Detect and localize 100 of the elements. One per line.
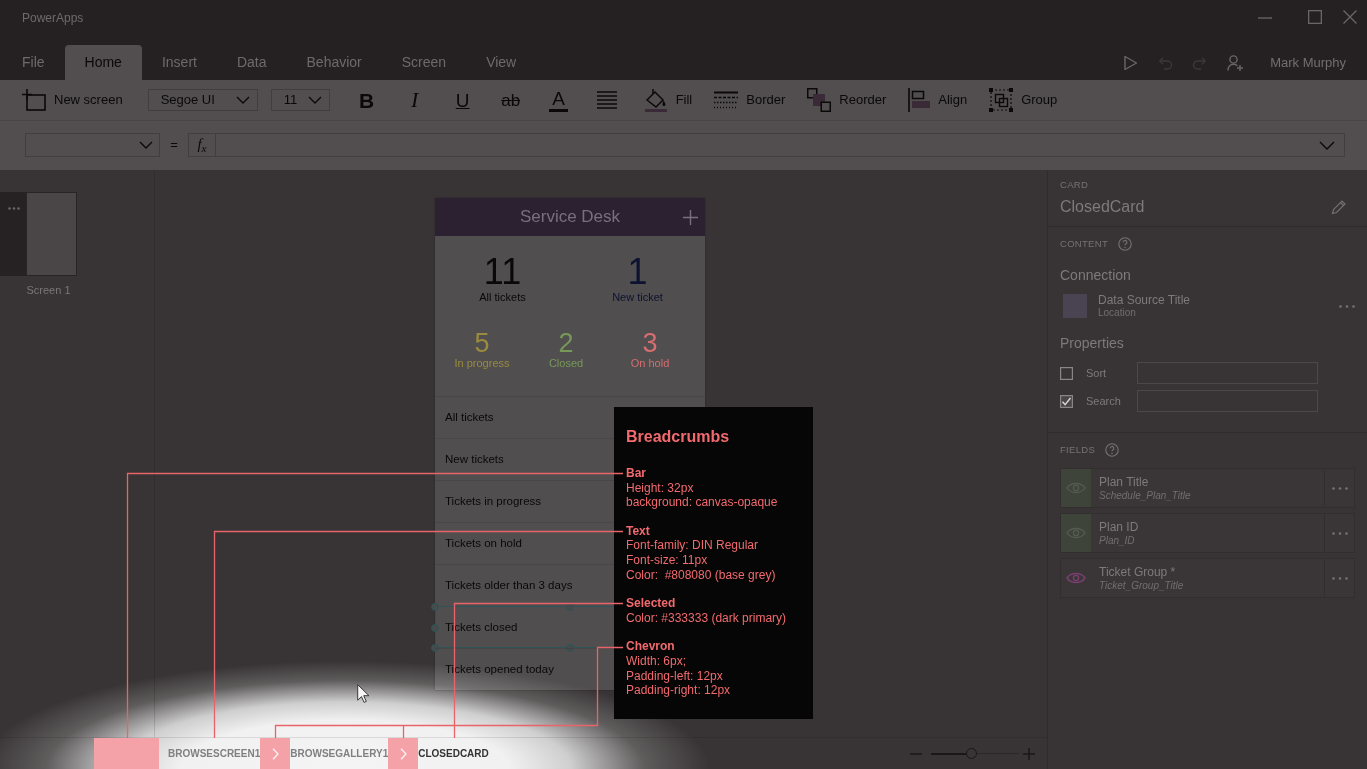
ribbon-tab[interactable]: Insert bbox=[141, 45, 217, 80]
border-button[interactable]: Border bbox=[714, 90, 786, 110]
field-title: Plan ID bbox=[1099, 519, 1140, 535]
stat-label: New ticket bbox=[611, 291, 664, 304]
add-user-icon[interactable] bbox=[1227, 54, 1244, 71]
caret-icon bbox=[139, 141, 153, 149]
stat-value: 1 bbox=[626, 253, 649, 291]
field-column: Ticket_Group_Title bbox=[1099, 579, 1324, 592]
slider-thumb[interactable] bbox=[965, 748, 977, 759]
section-heading: FIELDS bbox=[1060, 444, 1096, 456]
stat-label: Closed bbox=[547, 357, 585, 370]
chevron-icon bbox=[399, 747, 407, 760]
resize-handle[interactable] bbox=[431, 623, 439, 632]
underline-button[interactable]: U bbox=[447, 85, 478, 115]
more-icon bbox=[1331, 576, 1348, 580]
breadcrumb-item[interactable]: BROWSESCREEN1 bbox=[168, 738, 261, 769]
field-row[interactable]: Plan ID Plan_ID bbox=[1060, 513, 1355, 553]
align-text-icon[interactable] bbox=[596, 91, 617, 109]
function-label: f$_{x}$ bbox=[188, 133, 215, 157]
cursor-icon bbox=[357, 684, 369, 703]
font-color-button[interactable]: A bbox=[543, 85, 574, 115]
group-icon bbox=[989, 88, 1014, 112]
caret-icon bbox=[307, 96, 322, 104]
ribbon-tab[interactable]: Home bbox=[64, 45, 142, 80]
annotation-heading: Text bbox=[626, 523, 651, 539]
ribbon-tab[interactable]: Behavior bbox=[286, 45, 382, 80]
new-screen-icon bbox=[22, 89, 46, 111]
play-icon[interactable] bbox=[1122, 54, 1139, 71]
caret-icon bbox=[235, 96, 250, 104]
app-title: Service Desk bbox=[518, 206, 622, 229]
help-icon[interactable] bbox=[1105, 443, 1120, 457]
field-column: Schedule_Plan_Title bbox=[1099, 489, 1324, 502]
screen-thumbnail[interactable] bbox=[0, 192, 77, 276]
paint-bucket-icon bbox=[643, 88, 668, 112]
bold-button[interactable]: B bbox=[351, 85, 382, 115]
plus-icon[interactable] bbox=[682, 209, 698, 225]
subsection-heading: Properties bbox=[1060, 334, 1125, 352]
stat-value: 11 bbox=[482, 253, 523, 291]
data-source-location: Location bbox=[1098, 307, 1137, 319]
reorder-button[interactable]: Reorder bbox=[807, 88, 887, 112]
user-name[interactable]: Mark Murphy bbox=[1270, 52, 1346, 73]
ribbon-tab[interactable]: Screen bbox=[381, 45, 467, 80]
window-title: PowerApps bbox=[22, 11, 84, 25]
align-button[interactable]: Align bbox=[908, 88, 968, 112]
more-icon[interactable] bbox=[1339, 304, 1355, 308]
resize-handle[interactable] bbox=[566, 603, 574, 611]
panel-caption: CARD bbox=[1060, 179, 1090, 191]
field-row[interactable]: Ticket Group * Ticket_Group_Title bbox=[1060, 558, 1355, 598]
font-dropdown[interactable]: Segoe UI bbox=[147, 89, 258, 111]
eye-icon[interactable] bbox=[1066, 572, 1086, 584]
new-screen-button[interactable]: New screen bbox=[22, 89, 123, 111]
control-name: ClosedCard bbox=[1060, 197, 1145, 217]
eye-icon[interactable] bbox=[1061, 469, 1091, 507]
annotation-heading: Bar bbox=[626, 466, 647, 481]
property-dropdown[interactable] bbox=[25, 133, 160, 157]
breadcrumb-item[interactable]: CLOSEDCARD bbox=[418, 738, 489, 769]
group-button[interactable]: Group bbox=[989, 88, 1058, 112]
help-icon[interactable] bbox=[1118, 237, 1132, 251]
maximize-icon[interactable] bbox=[1308, 10, 1322, 24]
ribbon-tab[interactable]: Data bbox=[216, 45, 287, 80]
field-title: Ticket Group * bbox=[1099, 564, 1177, 580]
strikethrough-button[interactable]: ab bbox=[495, 85, 526, 115]
checkbox[interactable] bbox=[1060, 394, 1073, 408]
equals-sign: = bbox=[169, 136, 179, 154]
checkbox[interactable] bbox=[1060, 366, 1073, 380]
ribbon-tab[interactable]: File bbox=[2, 45, 65, 80]
expand-caret-icon[interactable] bbox=[1319, 140, 1335, 150]
italic-button[interactable]: I bbox=[399, 85, 430, 115]
field-row[interactable]: Plan Title Schedule_Plan_Title bbox=[1060, 468, 1355, 508]
subsection-heading: Connection bbox=[1060, 266, 1132, 284]
more-icon bbox=[1331, 486, 1348, 490]
field-column: Plan_ID bbox=[1099, 534, 1324, 547]
edit-icon[interactable] bbox=[1331, 199, 1346, 215]
font-size-dropdown[interactable]: 11 bbox=[270, 89, 330, 111]
annotation-text: Width: 6px; bbox=[626, 653, 688, 669]
more-icon bbox=[1331, 531, 1348, 535]
minimize-icon[interactable] bbox=[1258, 17, 1272, 19]
stat-value: 2 bbox=[557, 329, 575, 357]
option-label: Search bbox=[1085, 393, 1122, 409]
field-title: Plan Title bbox=[1099, 474, 1150, 490]
bar-highlight bbox=[94, 738, 159, 769]
chevron-icon bbox=[271, 747, 279, 760]
resize-handle[interactable] bbox=[431, 603, 439, 611]
screen-label: Screen 1 bbox=[25, 284, 72, 297]
more-icon[interactable] bbox=[8, 207, 20, 211]
ribbon-tab[interactable]: View bbox=[466, 45, 537, 80]
breadcrumb-item[interactable]: BROWSEGALLERY1 bbox=[290, 738, 389, 769]
formula-field[interactable] bbox=[215, 133, 1345, 157]
close-icon[interactable] bbox=[1343, 10, 1357, 24]
resize-handle[interactable] bbox=[566, 644, 574, 652]
fill-button[interactable]: Fill bbox=[643, 88, 693, 112]
stat-label: On hold bbox=[629, 357, 671, 370]
border-lines-icon bbox=[714, 91, 739, 109]
zoom-in-icon[interactable] bbox=[1023, 747, 1035, 760]
stat-value: 5 bbox=[473, 329, 491, 357]
resize-handle[interactable] bbox=[431, 644, 439, 652]
data-source-icon bbox=[1063, 294, 1087, 318]
align-left-icon bbox=[908, 88, 931, 112]
eye-icon[interactable] bbox=[1061, 514, 1091, 552]
stat-label: All tickets bbox=[478, 291, 527, 304]
